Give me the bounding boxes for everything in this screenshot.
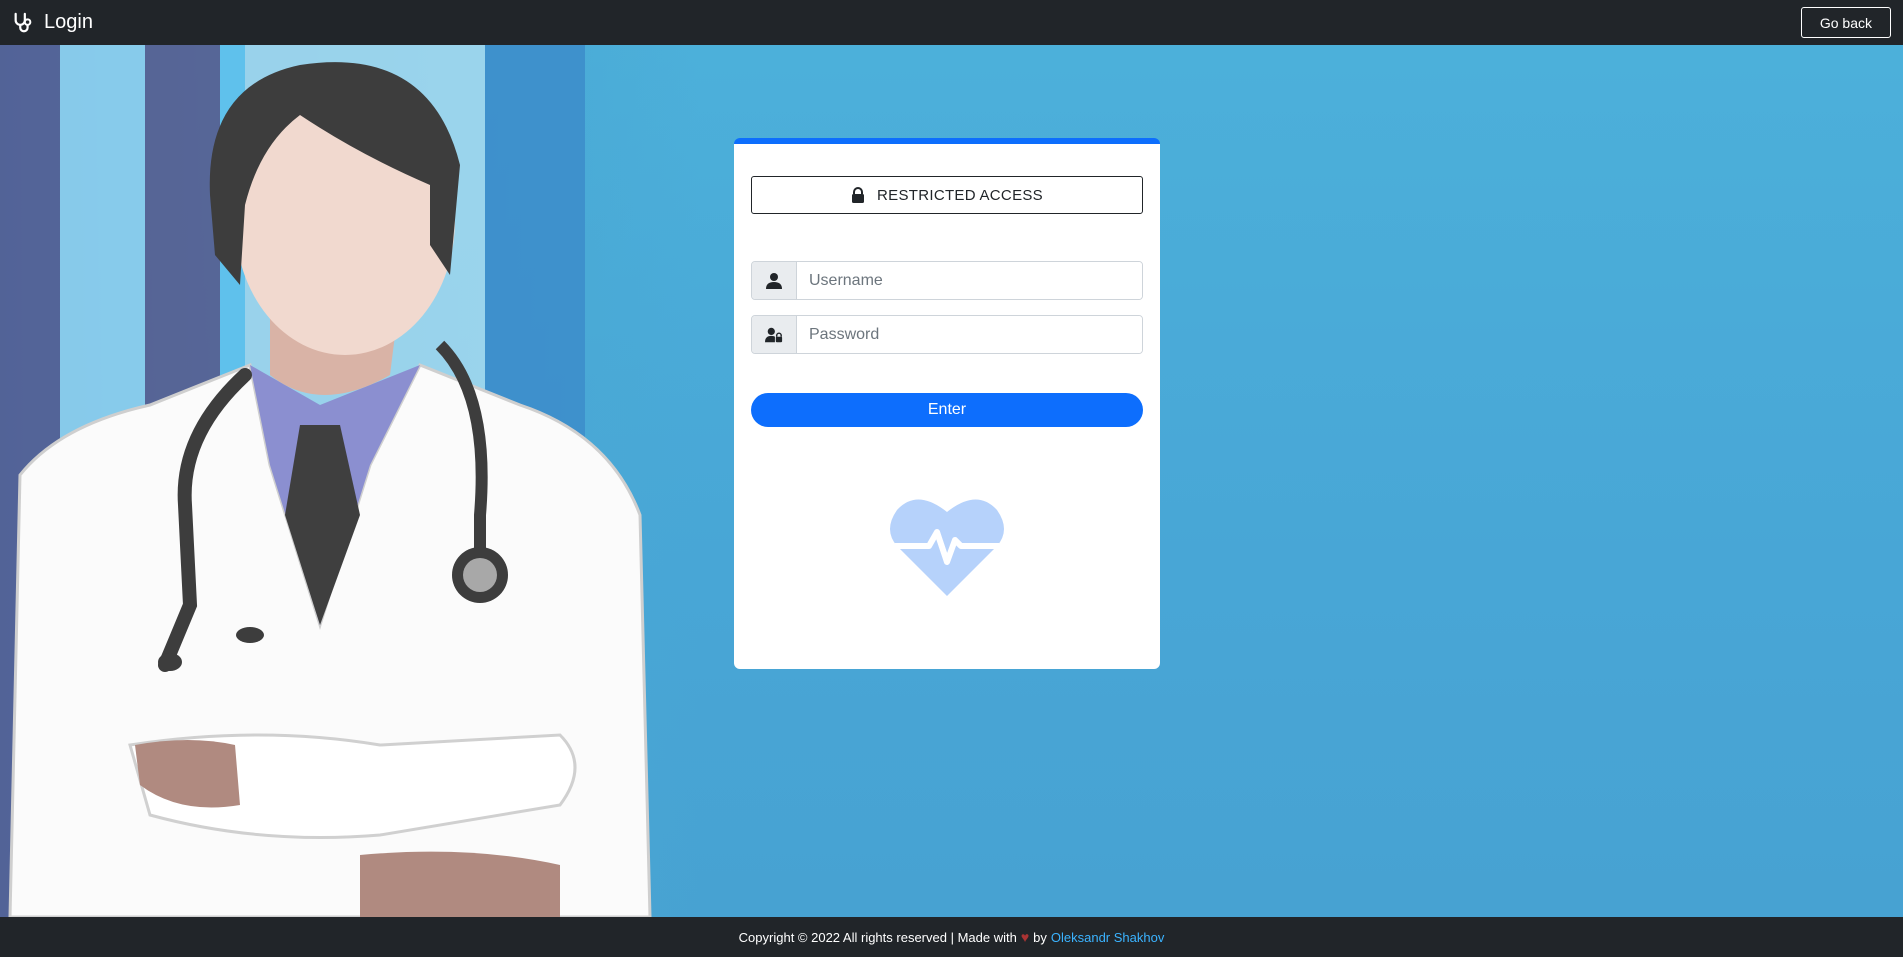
password-input[interactable] <box>797 316 1142 353</box>
login-card: RESTRICTED ACCESS Enter <box>734 138 1160 669</box>
page-footer: Copyright © 2022 All rights reserved | M… <box>0 917 1903 957</box>
password-group <box>751 315 1143 354</box>
navbar-title: Login <box>44 11 93 33</box>
user-icon <box>752 262 797 299</box>
restricted-access-banner: RESTRICTED ACCESS <box>751 176 1143 214</box>
heart-icon: ♥ <box>1020 929 1030 945</box>
enter-button[interactable]: Enter <box>751 393 1143 427</box>
username-input[interactable] <box>797 262 1142 299</box>
stethoscope-icon <box>14 12 32 32</box>
top-navbar: Login Go back <box>0 0 1903 45</box>
navbar-brand[interactable]: Login <box>12 11 93 34</box>
by-text: by <box>1033 929 1047 945</box>
username-group <box>751 261 1143 300</box>
lock-icon <box>852 187 865 203</box>
login-hero: RESTRICTED ACCESS Enter <box>0 45 1903 917</box>
author-link[interactable]: Oleksandr Shakhov <box>1051 930 1164 945</box>
restricted-access-label: RESTRICTED ACCESS <box>877 186 1043 204</box>
doctor-illustration <box>0 45 700 917</box>
copyright-text: Copyright © 2022 All rights reserved | M… <box>738 929 1017 945</box>
heart-pulse-icon <box>890 499 1004 596</box>
go-back-button[interactable]: Go back <box>1800 7 1891 38</box>
user-lock-icon <box>752 316 797 353</box>
